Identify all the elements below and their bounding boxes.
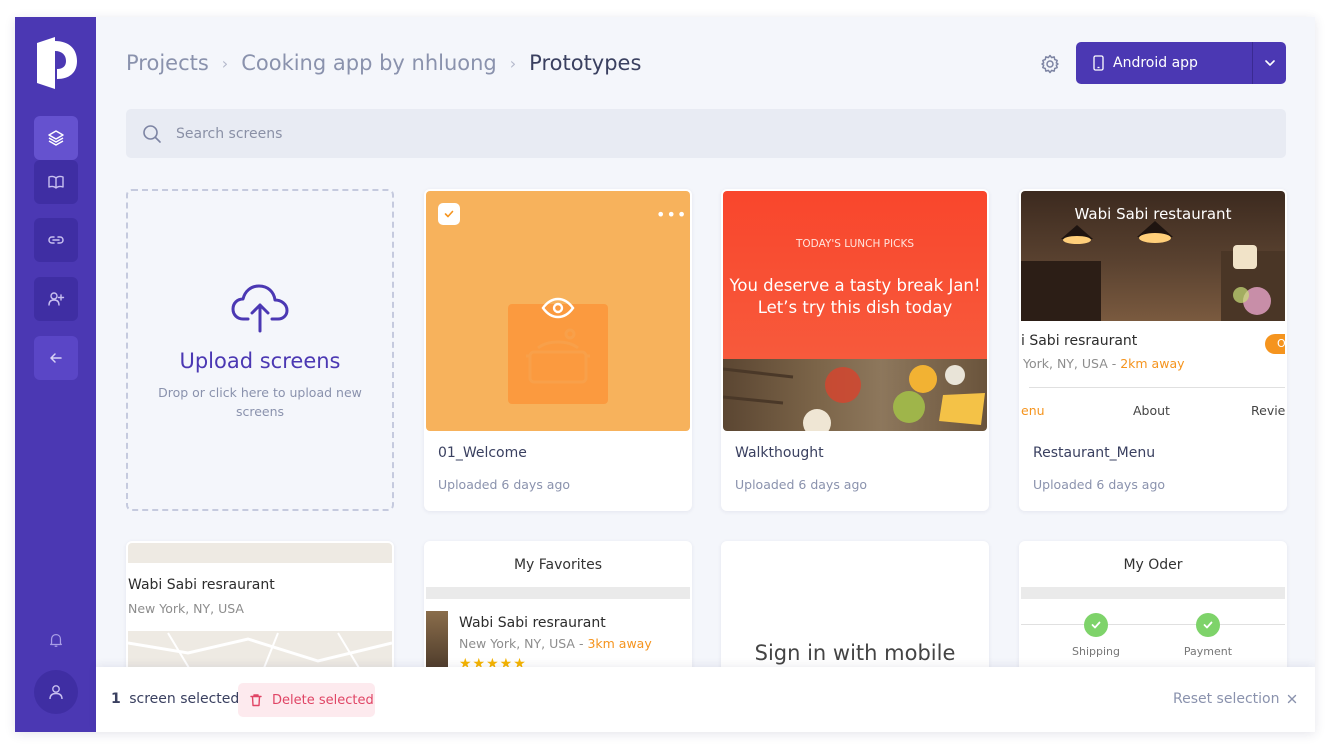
screen-name: Walkthought (735, 445, 824, 461)
preview-caption: TODAY'S LUNCH PICKS (796, 238, 914, 250)
preview-location: York, NY, USA - (1023, 356, 1121, 371)
cloud-upload-icon (231, 284, 289, 333)
screen-thumbnail[interactable]: Sign in with mobile (723, 543, 987, 683)
check-icon (444, 210, 454, 218)
restaurant-photo: Wabi Sabi restaurant (1021, 191, 1285, 321)
cooking-pot-icon (526, 328, 590, 384)
reset-selection-label: Reset selection (1173, 691, 1280, 707)
screen-card[interactable]: Wabi Sabi restaurant i Sabi resraurant Y… (1019, 189, 1287, 511)
screen-thumbnail[interactable]: ••• (426, 191, 690, 431)
search-input[interactable] (176, 109, 1266, 158)
sidebar-item-invite[interactable] (34, 277, 78, 321)
screen-thumbnail[interactable]: Wabi Sabi restaurant i Sabi resraurant Y… (1021, 191, 1285, 431)
sidebar-item-back[interactable] (34, 336, 78, 380)
upload-description: Drop or click here to upload new screens (158, 385, 362, 419)
book-icon (48, 175, 64, 189)
page-title: Prototypes (529, 51, 642, 75)
chevron-right-icon: › (221, 53, 229, 73)
user-icon (49, 685, 63, 700)
screen-thumbnail[interactable]: TODAY'S LUNCH PICKS You deserve a tasty … (723, 191, 987, 431)
step-label: Shipping (1072, 645, 1120, 658)
layers-icon (48, 130, 64, 146)
search-icon (143, 125, 161, 143)
sidebar-item-docs[interactable] (34, 160, 78, 204)
logo-icon[interactable] (35, 35, 77, 89)
preview-restaurant-name: Wabi Sabi resraurant (459, 615, 606, 631)
screen-thumbnail[interactable]: My Oder Shipping Payment (1021, 543, 1285, 683)
phone-icon (1093, 55, 1104, 71)
eye-icon[interactable] (541, 297, 575, 319)
selection-bar: 1 screen selected Delete selected Reset … (96, 667, 1315, 732)
gear-icon[interactable] (1039, 53, 1061, 75)
search-bar (126, 109, 1286, 158)
select-checkbox[interactable] (438, 203, 460, 225)
app-window: Projects › Cooking app by nhluong › Prot… (15, 17, 1315, 732)
preview-title: My Favorites (513, 557, 603, 573)
screen-upload-time: Uploaded 6 days ago (1033, 477, 1166, 492)
chevron-right-icon: › (509, 53, 517, 73)
upload-title: Upload screens (179, 349, 341, 373)
arrow-left-icon (50, 353, 62, 363)
restaurant-photo (426, 611, 448, 671)
preview-headline: Let’s try this dish today (757, 298, 953, 317)
chevron-down-icon[interactable] (1262, 55, 1278, 71)
delete-selected-button[interactable]: Delete selected (238, 683, 375, 717)
preview-location: New York, NY, USA - (459, 636, 588, 651)
trash-icon (250, 694, 262, 707)
preview-location: New York, NY, USA (128, 601, 244, 616)
preview-tab: About (1133, 403, 1170, 418)
preview-title: Sign in with mobile (754, 641, 956, 665)
platform-label: Android app (1113, 55, 1198, 71)
food-photo (723, 359, 987, 431)
preview-headline: You deserve a tasty break Jan! (729, 276, 981, 295)
sidebar-item-share[interactable] (34, 218, 78, 262)
sidebar (15, 17, 96, 732)
preview-restaurant-name: Wabi Sabi resraurant (128, 577, 275, 593)
screen-name: 01_Welcome (438, 445, 527, 461)
screen-thumbnail[interactable]: My Favorites Wabi Sabi resraurant New Yo… (426, 543, 690, 683)
selection-count: 1 (111, 691, 121, 707)
screen-upload-time: Uploaded 6 days ago (438, 477, 571, 492)
preview-tab: enu (1021, 403, 1045, 418)
link-icon (48, 236, 64, 244)
notifications-button[interactable] (34, 618, 78, 662)
reset-selection-button[interactable]: Reset selection (1173, 691, 1297, 707)
screen-name: Restaurant_Menu (1033, 445, 1156, 461)
preview-tab: Revie (1251, 403, 1285, 418)
add-user-icon (48, 292, 65, 306)
step-complete-icon (1196, 613, 1220, 637)
bell-icon (50, 634, 62, 647)
step-label: Payment (1183, 645, 1233, 658)
delete-selected-label: Delete selected (272, 692, 374, 708)
preview-distance: 3km away (587, 636, 652, 651)
platform-select-button[interactable]: Android app (1076, 42, 1286, 84)
step-complete-icon (1084, 613, 1108, 637)
screen-thumbnail[interactable]: Wabi Sabi resraurant New York, NY, USA (128, 543, 392, 683)
breadcrumb: Projects › Cooking app by nhluong › Prot… (126, 51, 641, 75)
preview-title: Wabi Sabi restaurant (1074, 205, 1232, 223)
preview-restaurant-name: i Sabi resraurant (1021, 333, 1138, 349)
avatar[interactable] (34, 670, 78, 714)
screen-card[interactable]: TODAY'S LUNCH PICKS You deserve a tasty … (721, 189, 989, 511)
selection-label: screen selected (129, 691, 240, 707)
breadcrumb-project[interactable]: Cooking app by nhluong (241, 51, 497, 75)
more-options-icon[interactable]: ••• (656, 205, 687, 224)
upload-dropzone[interactable]: Upload screens Drop or click here to upl… (126, 189, 394, 511)
sidebar-item-screens[interactable] (34, 116, 78, 160)
preview-badge: O (1265, 334, 1285, 354)
preview-title: My Oder (1123, 557, 1183, 573)
breadcrumb-projects[interactable]: Projects (126, 51, 209, 75)
screen-upload-time: Uploaded 6 days ago (735, 477, 868, 492)
close-icon (1288, 694, 1297, 704)
screen-card[interactable]: ••• 01_Welcome Uploaded 6 days ago (424, 189, 692, 511)
preview-distance: 2km away (1120, 356, 1185, 371)
